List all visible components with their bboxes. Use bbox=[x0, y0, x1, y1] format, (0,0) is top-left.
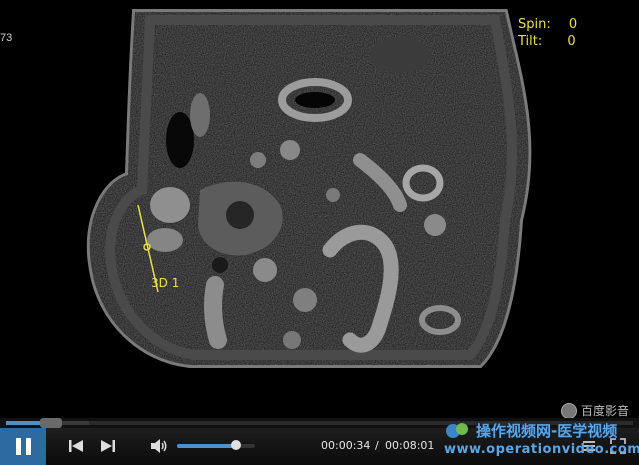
player-brand: 百度影音 bbox=[560, 402, 629, 418]
spin-value: 0 bbox=[568, 17, 578, 32]
seek-bar[interactable] bbox=[0, 418, 639, 428]
video-viewport[interactable]: 3D 1 73 Spin: 0 Tilt: 0 百度影音 bbox=[0, 0, 639, 418]
current-time: 00:00:34 bbox=[321, 439, 371, 452]
volume-icon[interactable] bbox=[150, 438, 168, 454]
previous-icon[interactable] bbox=[68, 438, 84, 454]
pause-button[interactable] bbox=[0, 428, 46, 465]
ct-scan-image: 3D 1 bbox=[0, 0, 639, 418]
total-time: 00:08:01 bbox=[385, 439, 435, 452]
tilt-label: Tilt: bbox=[518, 34, 543, 49]
volume-handle[interactable] bbox=[231, 440, 241, 450]
seek-handle[interactable] bbox=[40, 418, 62, 428]
baidu-player-logo-icon bbox=[560, 402, 577, 418]
tilt-readout: Tilt: 0 bbox=[518, 34, 576, 49]
player-controls: 00:00:34 / 00:08:01 bbox=[0, 428, 639, 465]
spin-readout: Spin: 0 bbox=[518, 17, 577, 32]
next-icon[interactable] bbox=[100, 438, 116, 454]
seek-track[interactable] bbox=[6, 421, 633, 425]
pause-icon-bar bbox=[25, 438, 31, 455]
volume-slider[interactable] bbox=[177, 440, 255, 450]
tilt-value: 0 bbox=[567, 34, 576, 49]
playlist-icon[interactable] bbox=[582, 439, 596, 453]
brand-label: 百度影音 bbox=[580, 404, 629, 418]
measure-label: 3D 1 bbox=[151, 276, 179, 290]
frame-number-label: 73 bbox=[0, 32, 13, 44]
volume-level bbox=[177, 444, 236, 448]
spin-label: Spin: bbox=[518, 17, 551, 32]
pause-icon-bar bbox=[15, 438, 21, 455]
time-separator: / bbox=[375, 439, 379, 452]
fullscreen-icon[interactable] bbox=[610, 438, 626, 454]
